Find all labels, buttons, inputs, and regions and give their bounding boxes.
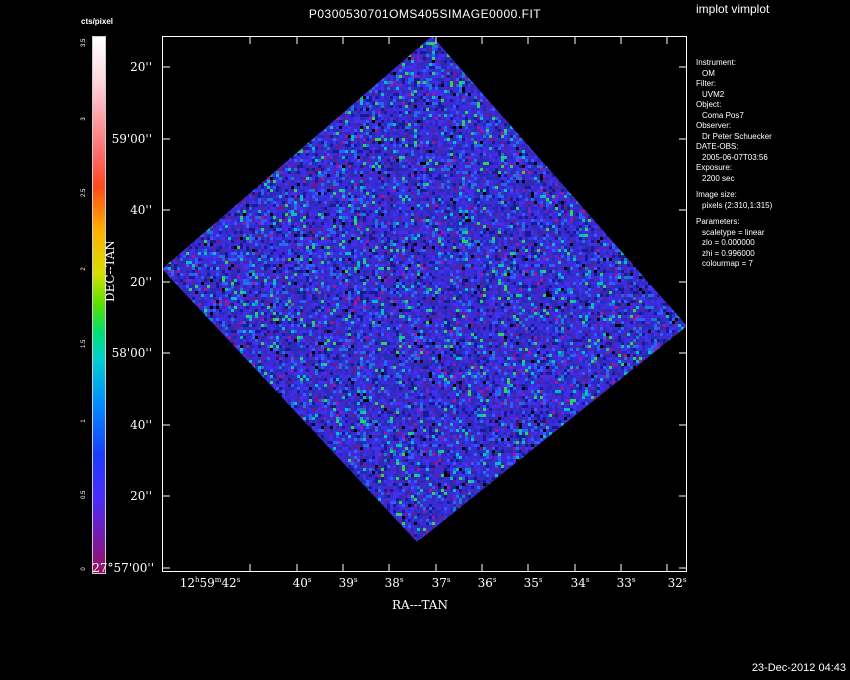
x-tick-label: 33s (601, 576, 651, 590)
x-tick-label: 34s (555, 576, 605, 590)
colorbar-tick: 1.5 (81, 340, 87, 348)
x-tick-label: 35s (508, 576, 558, 590)
x-tick-label: 36s (462, 576, 512, 590)
colorbar-label: cts/pixel (81, 17, 113, 26)
zlo-value: zlo = 0.000000 (696, 238, 772, 249)
info-panel: Instrument: OM Filter: UVM2 Object: Coma… (696, 58, 772, 270)
timestamp: 23-Dec-2012 04:43 (752, 662, 846, 674)
colorbar-tick: 3 (81, 115, 87, 123)
x-tick-label: 12h59m42s (175, 576, 245, 590)
y-tick-label: 58'00'' (92, 346, 152, 360)
zhi-value: zhi = 0.996000 (696, 249, 772, 260)
y-tick-label: 20'' (92, 275, 152, 289)
image-size-value: pixels (2:310,1:315) (696, 201, 772, 212)
colorbar-ticks: 3.5 3 2.5 2 1.5 1 0.5 0 (80, 36, 90, 572)
x-tick-label: 40s (277, 576, 327, 590)
exposure-label: Exposure: (696, 163, 772, 174)
x-axis-title: RA---TAN (392, 598, 448, 612)
y-tick-label: 40'' (92, 418, 152, 432)
object-label: Object: (696, 100, 772, 111)
x-tick-label: 39s (323, 576, 373, 590)
parameters-label: Parameters: (696, 217, 772, 228)
colorbar-tick: 0.5 (81, 491, 87, 499)
date-obs-label: DATE-OBS: (696, 142, 772, 153)
x-tick-label: 32s (652, 576, 702, 590)
app-title: implot vimplot (696, 2, 769, 16)
instrument-value: OM (696, 69, 772, 80)
x-tick-label: 38s (369, 576, 419, 590)
exposure-value: 2200 sec (696, 174, 772, 185)
filter-value: UVM2 (696, 90, 772, 101)
y-tick-label: 20'' (92, 60, 152, 74)
x-tick-label: 37s (416, 576, 466, 590)
colorbar-tick: 2.5 (81, 189, 87, 197)
instrument-label: Instrument: (696, 58, 772, 69)
y-tick-label: 59'00'' (92, 132, 152, 146)
y-axis-title: DEC--TAN (103, 240, 117, 302)
filter-label: Filter: (696, 79, 772, 90)
y-tick-label: 20'' (92, 489, 152, 503)
colorbar-tick: 1 (81, 417, 87, 425)
colorbar-tick: 2 (81, 265, 87, 273)
scaletype-value: scaletype = linear (696, 228, 772, 239)
colorbar-tick: 0 (81, 565, 87, 573)
colourmap-value: colourmap = 7 (696, 259, 772, 270)
date-obs-value: 2005-06-07T03:56 (696, 153, 772, 164)
observer-value: Dr Peter Schuecker (696, 132, 772, 143)
object-value: Coma Pos7 (696, 111, 772, 122)
plot-frame (162, 36, 687, 572)
observer-label: Observer: (696, 121, 772, 132)
y-tick-label: 40'' (92, 203, 152, 217)
y-tick-label: 27°57'00'' (88, 561, 154, 575)
image-size-label: Image size: (696, 190, 772, 201)
colorbar-tick: 3.5 (81, 39, 87, 47)
